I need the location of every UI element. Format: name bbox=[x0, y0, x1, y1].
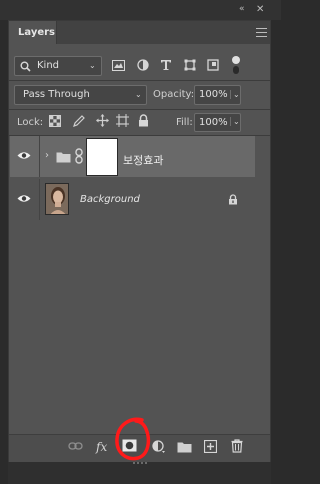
lock-position-icon[interactable] bbox=[96, 114, 109, 127]
pixel-filter-icon[interactable] bbox=[112, 60, 125, 71]
fill-label: Fill: bbox=[176, 117, 193, 128]
close-panel-icon[interactable]: ✕ bbox=[256, 4, 268, 16]
layer-locked-icon bbox=[229, 194, 237, 205]
filter-kind-label: Kind bbox=[37, 60, 60, 71]
fill-field[interactable]: 100% ⌄ bbox=[194, 113, 241, 132]
eye-icon bbox=[17, 195, 31, 202]
background-thumbnail bbox=[45, 183, 69, 215]
new-group-icon[interactable] bbox=[177, 441, 192, 453]
fill-value: 100% bbox=[199, 117, 228, 128]
lock-label: Lock: bbox=[17, 117, 44, 128]
link-layers-icon[interactable] bbox=[68, 441, 83, 451]
filter-kind-dropdown[interactable]: Kind ⌄ bbox=[14, 56, 102, 76]
divider bbox=[9, 109, 270, 110]
red-circle-annotation bbox=[115, 417, 151, 461]
opacity-field[interactable]: 100% ⌄ bbox=[194, 85, 241, 105]
divider bbox=[9, 80, 270, 81]
mask-link-icon[interactable] bbox=[75, 148, 83, 164]
filter-toggle-icon[interactable] bbox=[231, 55, 241, 75]
delete-layer-icon[interactable] bbox=[231, 439, 243, 453]
tab-layers[interactable]: Layers bbox=[9, 21, 57, 44]
visibility-toggle[interactable] bbox=[10, 179, 40, 220]
visibility-toggle[interactable] bbox=[10, 136, 40, 177]
layer-mask-thumbnail[interactable] bbox=[86, 138, 118, 176]
shape-filter-icon[interactable] bbox=[184, 59, 196, 71]
chevron-down-icon: ⌄ bbox=[89, 61, 96, 70]
fill-dropdown-icon[interactable]: ⌄ bbox=[230, 117, 240, 126]
layer-name[interactable]: 보정효과 bbox=[123, 152, 163, 168]
resize-grip-icon[interactable] bbox=[133, 462, 147, 466]
expand-chevron-icon[interactable]: › bbox=[45, 150, 49, 161]
type-filter-icon[interactable] bbox=[160, 59, 172, 71]
eye-icon bbox=[17, 152, 31, 159]
blend-mode-dropdown[interactable]: Pass Through ⌄ bbox=[14, 85, 147, 105]
lock-transparent-pixels-icon[interactable] bbox=[49, 115, 61, 127]
adjustment-filter-icon[interactable] bbox=[137, 59, 149, 71]
layer-name[interactable]: Background bbox=[80, 194, 140, 205]
opacity-dropdown-icon[interactable]: ⌄ bbox=[230, 90, 240, 99]
lock-artboard-icon[interactable] bbox=[116, 114, 129, 127]
adjustment-layer-icon[interactable] bbox=[152, 440, 166, 454]
opacity-label: Opacity: bbox=[153, 89, 195, 100]
collapse-panel-icon[interactable]: « bbox=[239, 4, 251, 16]
tab-layers-label: Layers bbox=[18, 27, 55, 38]
fx-icon[interactable]: fx bbox=[96, 440, 107, 454]
opacity-value: 100% bbox=[199, 89, 228, 100]
lock-all-icon[interactable] bbox=[138, 114, 149, 127]
smart-object-filter-icon[interactable] bbox=[207, 59, 219, 71]
new-layer-icon[interactable] bbox=[204, 440, 217, 453]
lock-image-pixels-icon[interactable] bbox=[73, 115, 85, 127]
chevron-down-icon: ⌄ bbox=[135, 90, 142, 99]
folder-icon bbox=[56, 152, 71, 163]
blend-mode-value: Pass Through bbox=[23, 89, 90, 100]
panel-menu-icon[interactable] bbox=[256, 28, 267, 37]
search-icon bbox=[20, 61, 31, 72]
